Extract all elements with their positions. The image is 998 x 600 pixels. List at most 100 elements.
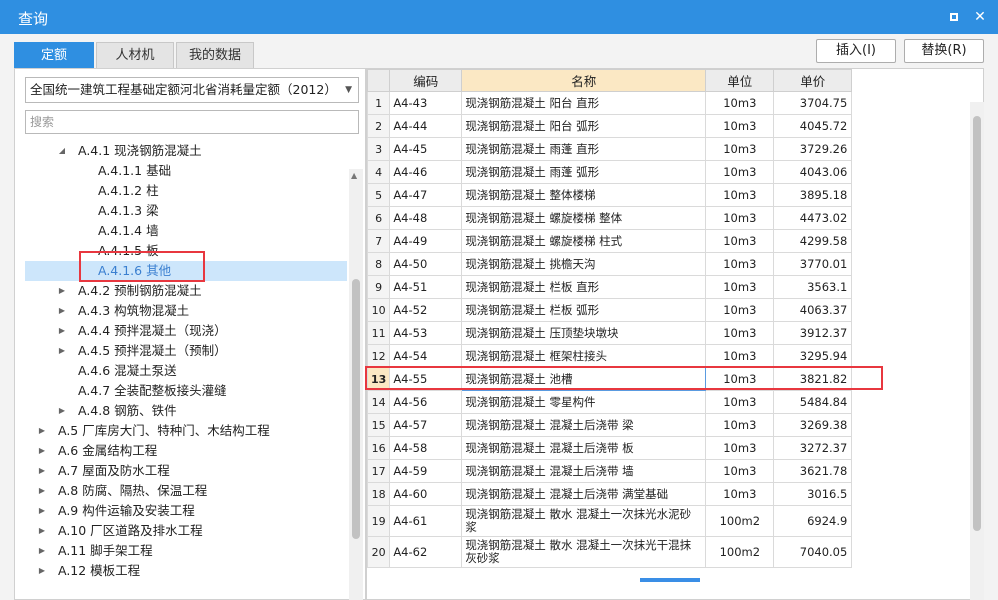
table-row[interactable]: 6 A4-48 现浇钢筋混凝土 螺旋楼梯 整体 10m3 4473.02 (367, 206, 853, 230)
cell-name: 现浇钢筋混凝土 整体楼梯 (461, 183, 707, 207)
cell-unit: 10m3 (705, 459, 775, 483)
table-row[interactable]: 19 A4-61 现浇钢筋混凝土 散水 混凝土一次抹光水泥砂浆 100m2 6924.9 (367, 505, 853, 537)
expand-icon[interactable]: ▶ (37, 541, 47, 561)
table-row[interactable]: 4 A4-46 现浇钢筋混凝土 雨蓬 弧形 10m3 4043.06 (367, 160, 853, 184)
expand-icon[interactable]: ▶ (37, 461, 47, 481)
tree-item[interactable]: A.4.1.2 柱 (25, 181, 347, 201)
cell-name: 现浇钢筋混凝土 挑檐天沟 (461, 252, 707, 276)
expand-icon[interactable]: ▶ (37, 521, 47, 541)
tree-item[interactable]: A.4.6 混凝土泵送 (25, 361, 347, 381)
table-row[interactable]: 16 A4-58 现浇钢筋混凝土 混凝土后浇带 板 10m3 3272.37 (367, 436, 853, 460)
tree-item-label: A.4.7 全装配整板接头灌缝 (78, 383, 227, 398)
cell-name: 现浇钢筋混凝土 栏板 直形 (461, 275, 707, 299)
cell-name: 现浇钢筋混凝土 散水 混凝土一次抹光水泥砂浆 (461, 505, 707, 537)
replace-button[interactable]: 替换(R) (904, 39, 984, 63)
row-number: 7 (367, 229, 391, 253)
tree-item[interactable]: ▶ A.8 防腐、隔热、保温工程 (25, 481, 347, 501)
expand-icon[interactable]: ▶ (37, 501, 47, 521)
tree-item[interactable]: A.4.1.3 梁 (25, 201, 347, 221)
table-scrollbar[interactable] (970, 102, 984, 600)
table-row[interactable]: 9 A4-51 现浇钢筋混凝土 栏板 直形 10m3 3563.1 (367, 275, 853, 299)
expand-icon[interactable]: ▶ (37, 441, 47, 461)
expand-icon[interactable]: ▶ (57, 281, 67, 301)
table-row[interactable]: 15 A4-57 现浇钢筋混凝土 混凝土后浇带 梁 10m3 3269.38 (367, 413, 853, 437)
tree-item[interactable]: A.4.1.1 基础 (25, 161, 347, 181)
search-input[interactable]: 搜索 (25, 110, 359, 134)
header-unit[interactable]: 单位 (705, 69, 775, 92)
tree-item[interactable]: ▶ A.9 构件运输及安装工程 (25, 501, 347, 521)
maximize-button[interactable] (944, 7, 964, 27)
expand-icon[interactable]: ▶ (57, 341, 67, 361)
tree-item[interactable]: ▶ A.10 厂区道路及排水工程 (25, 521, 347, 541)
cell-name: 现浇钢筋混凝土 零星构件 (461, 390, 707, 414)
table-row[interactable]: 5 A4-47 现浇钢筋混凝土 整体楼梯 10m3 3895.18 (367, 183, 853, 207)
insert-button[interactable]: 插入(I) (816, 39, 896, 63)
expand-icon[interactable]: ▶ (37, 561, 47, 581)
table-hscroll-thumb[interactable] (640, 578, 700, 582)
expand-icon[interactable]: ▶ (37, 421, 47, 441)
cell-name: 现浇钢筋混凝土 散水 混凝土一次抹光干混抹灰砂浆 (461, 536, 707, 568)
cell-code: A4-47 (389, 183, 463, 207)
table-scrollbar-thumb[interactable] (973, 116, 981, 531)
scroll-up-icon[interactable]: ▲ (351, 171, 357, 180)
header-price[interactable]: 单价 (773, 69, 853, 92)
tree-item[interactable]: ▶ A.7 屋面及防水工程 (25, 461, 347, 481)
cell-code: A4-45 (389, 137, 463, 161)
table-row[interactable]: 3 A4-45 现浇钢筋混凝土 雨蓬 直形 10m3 3729.26 (367, 137, 853, 161)
table-row[interactable]: 18 A4-60 现浇钢筋混凝土 混凝土后浇带 满堂基础 10m3 3016.5 (367, 482, 853, 506)
tree-item[interactable]: ▶ A.4.2 预制钢筋混凝土 (25, 281, 347, 301)
tab-quota[interactable]: 定额 (14, 42, 94, 68)
tree-item[interactable]: A.4.7 全装配整板接头灌缝 (25, 381, 347, 401)
tree-item[interactable]: A.4.1.5 板 (25, 241, 347, 261)
tree-item[interactable]: A.4.1.4 墙 (25, 221, 347, 241)
tab-my-data[interactable]: 我的数据 (176, 42, 254, 68)
tree-scrollbar[interactable]: ▲ (349, 169, 363, 600)
library-select[interactable]: 全国统一建筑工程基础定额河北省消耗量定额（2012） ▼ (25, 77, 359, 103)
chapter-tree: ◢ A.4.1 现浇钢筋混凝土 A.4.1.1 基础 A.4.1.2 柱 A.4.1.3… (25, 141, 347, 600)
cell-unit: 10m3 (705, 114, 775, 138)
table-row[interactable]: 7 A4-49 现浇钢筋混凝土 螺旋楼梯 柱式 10m3 4299.58 (367, 229, 853, 253)
expand-icon[interactable]: ▶ (57, 301, 67, 321)
header-row-number (367, 69, 391, 92)
tree-item[interactable]: ◢ A.4.1 现浇钢筋混凝土 (25, 141, 347, 161)
cell-price: 3770.01 (773, 252, 853, 276)
tab-labor-materials[interactable]: 人材机 (96, 42, 174, 68)
tree-item[interactable]: A.4.1.6 其他 (25, 261, 347, 281)
header-code[interactable]: 编码 (389, 69, 463, 92)
table-row[interactable]: 8 A4-50 现浇钢筋混凝土 挑檐天沟 10m3 3770.01 (367, 252, 853, 276)
table-row[interactable]: 2 A4-44 现浇钢筋混凝土 阳台 弧形 10m3 4045.72 (367, 114, 853, 138)
tree-item[interactable]: ▶ A.4.8 钢筋、铁件 (25, 401, 347, 421)
table-row[interactable]: 10 A4-52 现浇钢筋混凝土 栏板 弧形 10m3 4063.37 (367, 298, 853, 322)
tree-item[interactable]: ▶ A.6 金属结构工程 (25, 441, 347, 461)
collapse-icon[interactable]: ◢ (57, 141, 67, 161)
table-row[interactable]: 12 A4-54 现浇钢筋混凝土 框架柱接头 10m3 3295.94 (367, 344, 853, 368)
expand-icon[interactable]: ▶ (57, 401, 67, 421)
maximize-icon (950, 13, 958, 21)
tree-item-label: A.6 金属结构工程 (58, 443, 158, 458)
close-button[interactable]: ✕ (970, 7, 990, 27)
table-row[interactable]: 11 A4-53 现浇钢筋混凝土 压顶垫块墩块 10m3 3912.37 (367, 321, 853, 345)
table-row[interactable]: 20 A4-62 现浇钢筋混凝土 散水 混凝土一次抹光干混抹灰砂浆 100m2 7040… (367, 536, 853, 568)
cell-name: 现浇钢筋混凝土 栏板 弧形 (461, 298, 707, 322)
tree-item[interactable]: ▶ A.11 脚手架工程 (25, 541, 347, 561)
header-name[interactable]: 名称 (461, 69, 707, 92)
library-select-value: 全国统一建筑工程基础定额河北省消耗量定额（2012） (30, 82, 337, 97)
table-row[interactable]: 14 A4-56 现浇钢筋混凝土 零星构件 10m3 5484.84 (367, 390, 853, 414)
tree-item-label: A.7 屋面及防水工程 (58, 463, 170, 478)
table-row[interactable]: 13 A4-55 现浇钢筋混凝土 池槽 10m3 3821.82 (367, 367, 853, 391)
cell-unit: 10m3 (705, 413, 775, 437)
expand-icon[interactable]: ▶ (37, 481, 47, 501)
cell-name: 现浇钢筋混凝土 压顶垫块墩块 (461, 321, 707, 345)
tree-scrollbar-thumb[interactable] (352, 279, 360, 539)
row-number: 4 (367, 160, 391, 184)
tree-item-label: A.9 构件运输及安装工程 (58, 503, 195, 518)
tree-item[interactable]: ▶ A.5 厂库房大门、特种门、木结构工程 (25, 421, 347, 441)
table-row[interactable]: 1 A4-43 现浇钢筋混凝土 阳台 直形 10m3 3704.75 (367, 91, 853, 115)
expand-icon[interactable]: ▶ (57, 321, 67, 341)
tree-item[interactable]: ▶ A.12 模板工程 (25, 561, 347, 581)
row-number: 16 (367, 436, 391, 460)
tree-item[interactable]: ▶ A.4.4 预拌混凝土（现浇） (25, 321, 347, 341)
table-row[interactable]: 17 A4-59 现浇钢筋混凝土 混凝土后浇带 墙 10m3 3621.78 (367, 459, 853, 483)
tree-item[interactable]: ▶ A.4.3 构筑物混凝土 (25, 301, 347, 321)
tree-item[interactable]: ▶ A.4.5 预拌混凝土（预制） (25, 341, 347, 361)
